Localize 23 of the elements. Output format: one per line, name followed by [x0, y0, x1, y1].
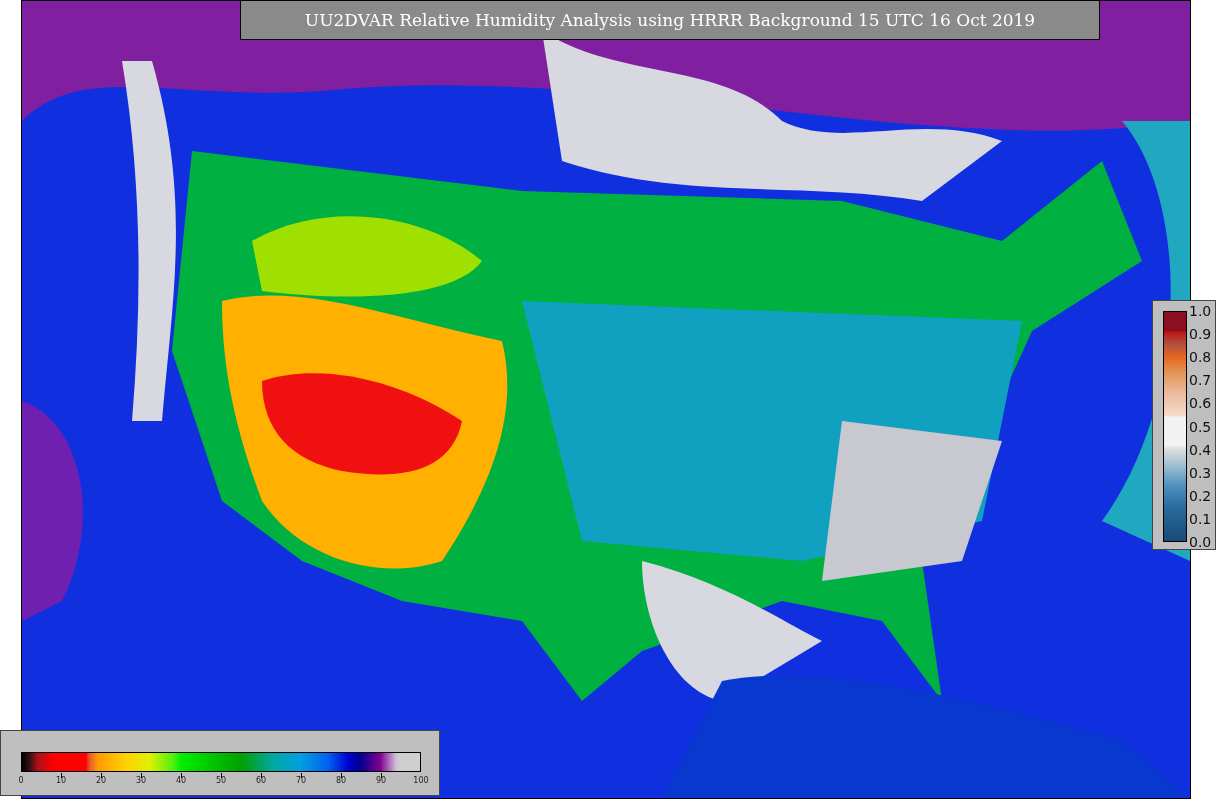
colorbar-tick-label: 0.2 — [1189, 487, 1212, 504]
colorbar-tick-label: 0.3 — [1189, 464, 1212, 481]
colorbar-tick-label: 90 — [375, 776, 387, 785]
colorbar-tick-label: 0.0 — [1189, 534, 1212, 550]
colorbar-tick-label: 0.6 — [1189, 395, 1212, 412]
colorbar-tick-label: 0.8 — [1189, 349, 1212, 366]
colorbar-tick-label: 1.0 — [1189, 303, 1212, 319]
colorbar-tick-label: 80 — [335, 776, 347, 785]
colorbar-tick-label: 60 — [255, 776, 267, 785]
colorbar-tick-label: 0.4 — [1189, 441, 1212, 458]
map-title: UU2DVAR Relative Humidity Analysis using HRRR Background 15 UTC 16 Oct 2019 — [240, 0, 1100, 40]
colorbar-tick-label: 40 — [175, 776, 187, 785]
colorbar-tick-label: 50 — [215, 776, 227, 785]
colorbar-tick-label: 70 — [295, 776, 307, 785]
colorbar-tick-label: 0.1 — [1189, 510, 1212, 527]
colorbar-tick-label: 0.9 — [1189, 326, 1212, 343]
colorbar-tick-label: 0 — [18, 776, 24, 785]
colorbar-tick-label: 20 — [95, 776, 107, 785]
colorbar-tick-label: 0.5 — [1189, 418, 1212, 435]
colorbar-tick-label: 30 — [135, 776, 147, 785]
colorbar-tick-label: 100 — [413, 776, 429, 785]
colorbar-tick-label: 0.7 — [1189, 372, 1212, 389]
colorbar-tick-label: 10 — [55, 776, 67, 785]
